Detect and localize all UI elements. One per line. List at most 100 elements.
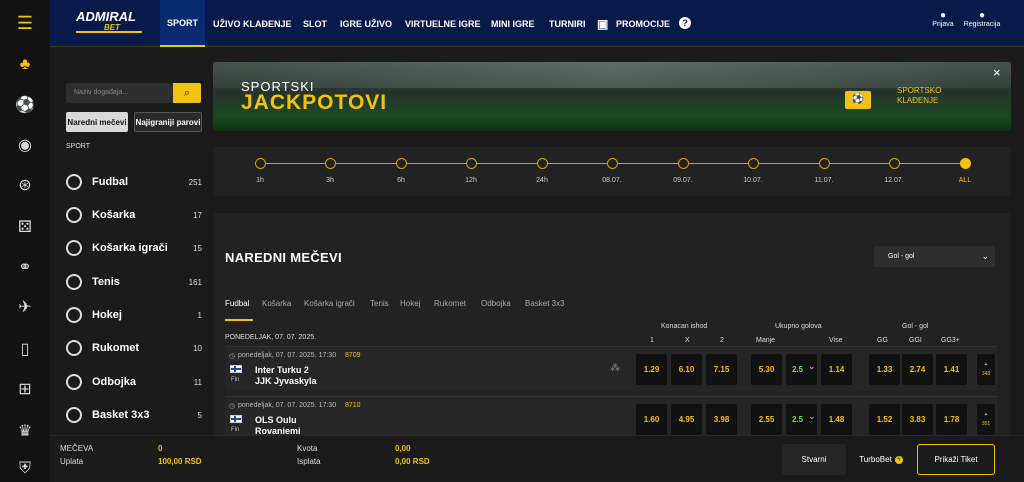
odd-ggi[interactable]: 3.83: [902, 404, 933, 435]
sport-item-tennis[interactable]: Tenis 161: [66, 272, 202, 292]
timeline-label[interactable]: 11.07.: [804, 177, 844, 184]
show-ticket-button[interactable]: Prikaži Tiket: [917, 444, 995, 475]
live-sport-icon[interactable]: ⚽: [14, 94, 36, 116]
timeline-label[interactable]: 6h: [381, 177, 421, 184]
timeline-label[interactable]: 10.07.: [733, 177, 773, 184]
odd-over[interactable]: 1.48: [821, 404, 852, 435]
odd-under[interactable]: 2.55: [751, 404, 782, 435]
jackpot-banner[interactable]: SPORTSKI JACKPOTOVI ⚽ SPORTSKO KLAĐENJE …: [213, 62, 1011, 131]
timeline-dot[interactable]: [748, 158, 759, 169]
sport-item-handball[interactable]: Rukomet 10: [66, 338, 202, 358]
odd-ggi[interactable]: 2.74: [902, 354, 933, 385]
tab-basket-3x3[interactable]: Basket 3x3: [525, 299, 565, 308]
icon-rail: ☰ ♣ ⚽ ◉ ⊛ ⚄ ⚭ ✈ ▯ ⊞ ♛ ⛨: [0, 0, 50, 482]
tab-popular-pairs[interactable]: Najigraniji parovi: [134, 112, 202, 132]
gift-icon[interactable]: ⊞: [14, 378, 36, 400]
odd-1[interactable]: 1.29: [636, 354, 667, 385]
timeline-dot[interactable]: [255, 158, 266, 169]
odd-x[interactable]: 6.10: [671, 354, 702, 385]
menu-icon[interactable]: ☰: [14, 12, 36, 34]
tab-rukomet[interactable]: Rukomet: [434, 299, 466, 308]
search-input[interactable]: Naziv događaja...: [66, 83, 173, 103]
odd-2[interactable]: 3.98: [706, 404, 737, 435]
odd-gg3[interactable]: 1.78: [936, 404, 967, 435]
live-casino-icon[interactable]: ◉: [14, 134, 36, 156]
timeline-dot[interactable]: [819, 158, 830, 169]
plane-icon[interactable]: ✈: [14, 296, 36, 318]
odd-x[interactable]: 4.95: [671, 404, 702, 435]
register-button[interactable]: ● Registracija: [961, 10, 1003, 28]
sport-item-football[interactable]: Fudbal 251: [66, 172, 202, 192]
login-button[interactable]: ● Prijava: [928, 10, 958, 28]
timeline-dot[interactable]: [466, 158, 477, 169]
more-markets-button[interactable]: +348: [977, 354, 995, 385]
timeline-label[interactable]: 09.07.: [663, 177, 703, 184]
odd-1[interactable]: 1.60: [636, 404, 667, 435]
search-button[interactable]: ⌕: [173, 83, 201, 103]
sport-item-volleyball[interactable]: Odbojka 11: [66, 372, 202, 392]
nav-tournaments[interactable]: TURNIRI: [549, 0, 586, 47]
match-time: ponedeljak, 07. 07. 2025. 17:30: [238, 352, 337, 359]
roulette-icon[interactable]: ⊛: [14, 174, 36, 196]
sport-item-basket-3x3[interactable]: Basket 3x3 5: [66, 405, 202, 425]
nav-virtual-games[interactable]: VIRTUELNE IGRE: [405, 0, 481, 47]
stake-value[interactable]: 100,00 RSD: [158, 457, 202, 466]
tab-odbojka[interactable]: Odbojka: [481, 299, 511, 308]
sport-item-basketball-players[interactable]: Košarka igrači 15: [66, 238, 202, 258]
sports-sidebar: Naziv događaja... ⌕ Naredni mečevi Najig…: [50, 47, 210, 435]
timeline-label-selected[interactable]: ALL: [945, 177, 985, 184]
banner-title: JACKPOTOVI: [241, 91, 388, 114]
odd-gg[interactable]: 1.33: [869, 354, 900, 385]
brand-logo[interactable]: ADMIRAL BET: [76, 10, 142, 33]
timeline-label[interactable]: 12h: [451, 177, 491, 184]
tab-hokej[interactable]: Hokej: [400, 299, 420, 308]
sport-item-hockey[interactable]: Hokej 1: [66, 305, 202, 325]
tab-kosarka[interactable]: Košarka: [262, 299, 291, 308]
odd-under[interactable]: 5.30: [751, 354, 782, 385]
match-row[interactable]: ◷ ponedeljak, 07. 07. 2025. 17:30 8709 F…: [225, 346, 997, 391]
nav-live-betting[interactable]: UŽIVO KLAĐENJE: [213, 0, 292, 47]
more-markets-button[interactable]: +351: [977, 404, 995, 435]
timeline-label[interactable]: 08.07.: [592, 177, 632, 184]
timeline-label[interactable]: 24h: [522, 177, 562, 184]
timeline-label[interactable]: 3h: [310, 177, 350, 184]
close-icon[interactable]: ×: [993, 65, 1001, 80]
trophy-icon[interactable]: ♛: [14, 420, 36, 442]
odd-gg3[interactable]: 1.41: [936, 354, 967, 385]
odd-2[interactable]: 7.15: [706, 354, 737, 385]
tab-fudbal[interactable]: Fudbal: [225, 299, 249, 308]
nav-live-games[interactable]: IGRE UŽIVO: [340, 0, 392, 47]
turbobet-toggle[interactable]: TurboBet ϟ: [850, 444, 912, 475]
nav-mini-games[interactable]: MINI IGRE: [491, 0, 535, 47]
dice-icon[interactable]: ⚄: [14, 216, 36, 238]
tab-tenis[interactable]: Tenis: [370, 299, 389, 308]
sport-item-basketball[interactable]: Košarka 17: [66, 205, 202, 225]
timeline-dot[interactable]: [537, 158, 548, 169]
casino-icon[interactable]: ♣: [14, 54, 36, 76]
stvarni-button[interactable]: Stvarni: [782, 444, 846, 475]
timeline-dot[interactable]: [396, 158, 407, 169]
odd-gg[interactable]: 1.52: [869, 404, 900, 435]
stats-icon[interactable]: ⁂: [610, 363, 620, 374]
nav-sport[interactable]: SPORT: [160, 0, 205, 47]
col-header: GGI: [909, 337, 922, 344]
shield-icon[interactable]: ⛨: [14, 458, 36, 480]
timeline-dot[interactable]: [678, 158, 689, 169]
phone-icon[interactable]: ▯: [14, 338, 36, 360]
tab-upcoming-matches[interactable]: Naredni mečevi: [66, 112, 128, 132]
timeline-dot[interactable]: [607, 158, 618, 169]
timeline-dot[interactable]: [889, 158, 900, 169]
tab-kosarka-igraci[interactable]: Košarka igrači: [304, 299, 355, 308]
timeline-dot[interactable]: [325, 158, 336, 169]
balls-icon[interactable]: ⚭: [14, 256, 36, 278]
market-select[interactable]: Gol - gol ⌄: [874, 246, 995, 267]
timeline-label[interactable]: 12.07.: [874, 177, 914, 184]
timeline-dot-selected[interactable]: [960, 158, 971, 169]
match-time: ponedeljak, 07. 07. 2025. 17:30: [238, 402, 337, 409]
timeline-label[interactable]: 1h: [240, 177, 280, 184]
nav-slot[interactable]: SLOT: [303, 0, 327, 47]
nav-promotions[interactable]: PROMOCIJE: [616, 0, 670, 47]
odd-over[interactable]: 1.14: [821, 354, 852, 385]
help-icon[interactable]: ?: [679, 17, 691, 29]
group-header: Konacan ishod: [661, 323, 708, 330]
